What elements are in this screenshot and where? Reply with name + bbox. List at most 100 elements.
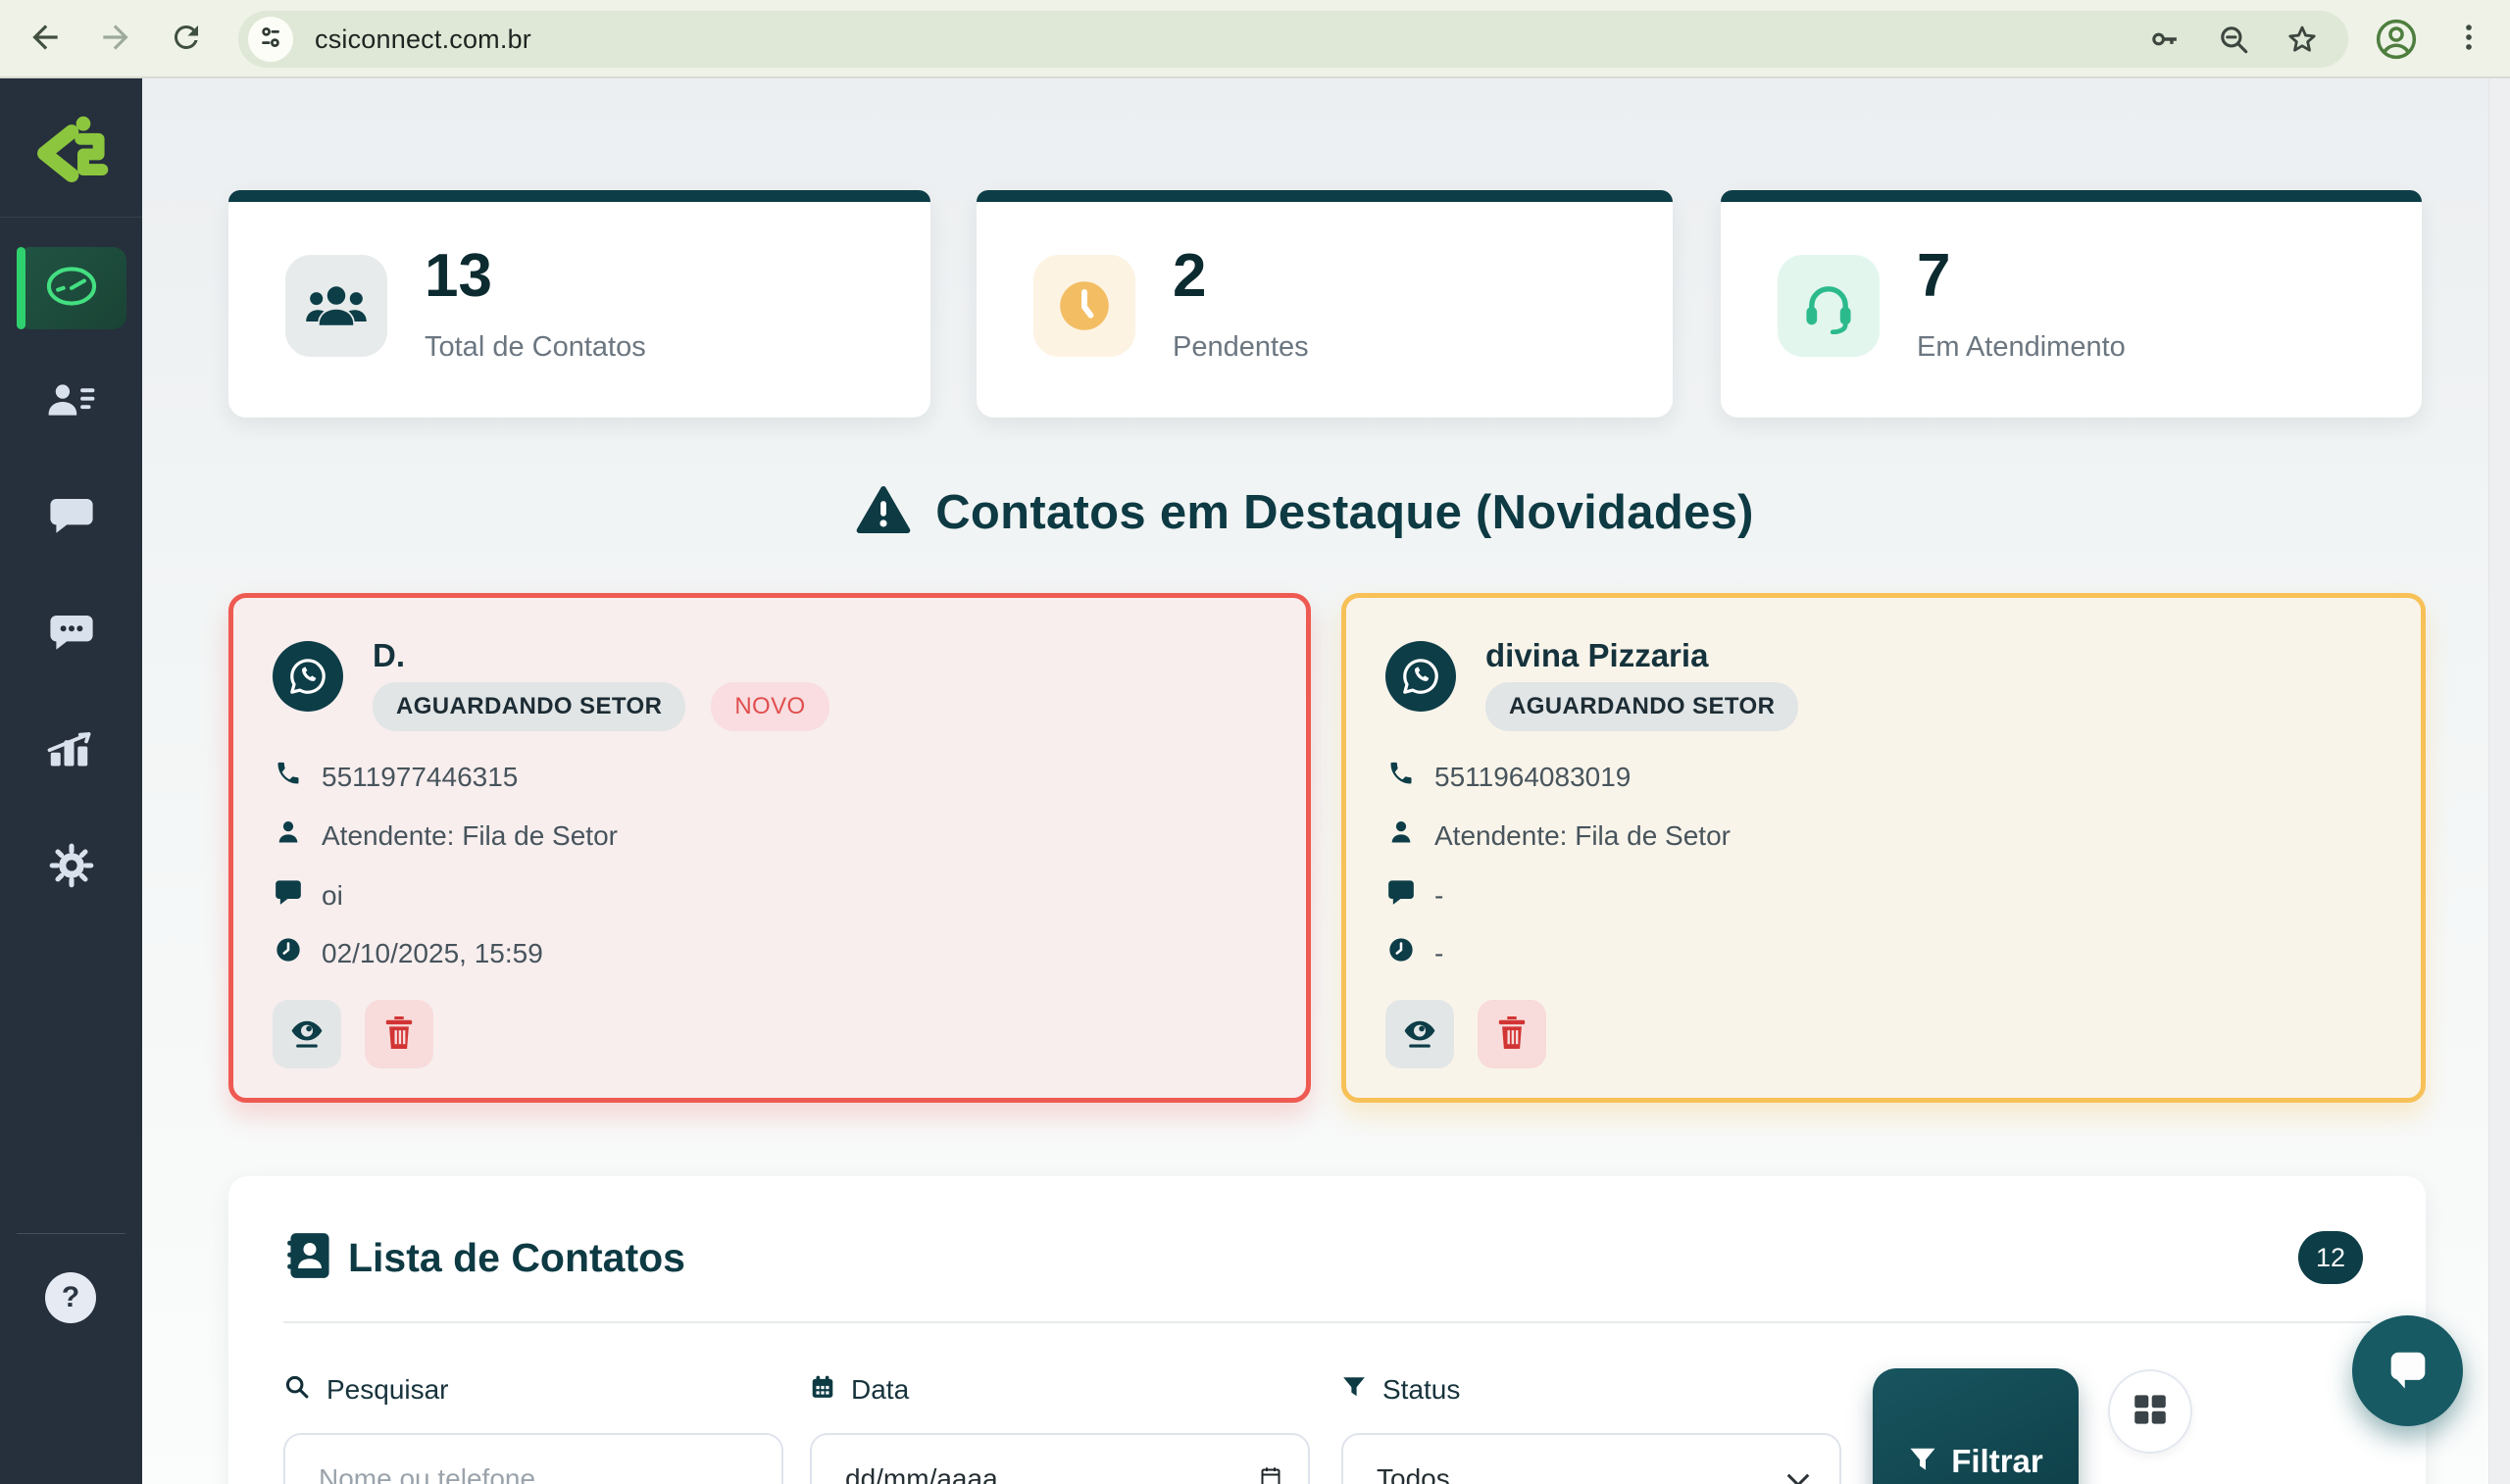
search-icon	[283, 1373, 311, 1408]
whatsapp-avatar-icon	[273, 641, 343, 712]
bookmark-star-button[interactable]	[2285, 23, 2319, 56]
status-label: Status	[1382, 1374, 1460, 1406]
tune-icon	[256, 23, 285, 57]
chat-bubble-icon	[2383, 1343, 2434, 1399]
browser-menu-button[interactable]	[2447, 18, 2490, 61]
message-bubble-icon	[275, 878, 302, 913]
highlight-card-new-contact: D. AGUARDANDO SETOR NOVO 5511977446315 A…	[228, 593, 1311, 1103]
sidebar-item-reports[interactable]	[0, 712, 142, 790]
stat-label: Total de Contatos	[425, 331, 646, 364]
whatsapp-avatar-icon	[1385, 641, 1456, 712]
clock-small-icon	[275, 936, 302, 970]
gear-icon	[49, 843, 94, 893]
url-bar[interactable]: csiconnect.com.br	[238, 11, 2348, 68]
trash-icon	[1496, 1014, 1528, 1056]
date-picker-icon[interactable]	[1259, 1465, 1282, 1484]
list-divider	[283, 1321, 2371, 1323]
search-field-box	[283, 1433, 783, 1484]
contact-book-icon	[287, 1231, 332, 1285]
contact-phone: 5511977446315	[322, 762, 518, 793]
browser-window: csiconnect.com.br	[0, 0, 2510, 1484]
highlight-card-waiting-contact: divina Pizzaria AGUARDANDO SETOR 5511964…	[1341, 593, 2426, 1103]
dashboard-gauge-icon	[42, 263, 101, 315]
sidebar-nav: ?	[0, 78, 142, 1484]
sidebar-item-conversations[interactable]	[0, 596, 142, 674]
site-settings-button[interactable]	[248, 17, 293, 62]
back-arrow-icon	[26, 19, 64, 61]
contact-datetime: 02/10/2025, 15:59	[322, 938, 543, 969]
contact-datetime: -	[1434, 938, 1443, 969]
sidebar-divider	[17, 1233, 126, 1234]
view-contact-button[interactable]	[273, 1000, 341, 1068]
zoom-out-button[interactable]	[2217, 23, 2250, 56]
sidebar-item-dashboard[interactable]	[17, 247, 126, 329]
filter-button-label: Filtrar	[1951, 1443, 2043, 1480]
search-input[interactable]	[285, 1463, 781, 1484]
forward-button[interactable]	[96, 20, 135, 59]
eye-icon	[287, 1014, 326, 1056]
browser-toolbar: csiconnect.com.br	[0, 0, 2510, 78]
new-badge: NOVO	[711, 682, 828, 731]
date-label-row: Data	[810, 1372, 1310, 1408]
help-button[interactable]: ?	[45, 1272, 96, 1323]
stat-value: 2	[1173, 241, 1206, 311]
highlight-title: Contatos em Destaque (Novidades)	[935, 485, 1754, 540]
date-filter-group: Data dd/mm/aaaa	[810, 1372, 1310, 1408]
date-value: dd/mm/aaaa	[812, 1463, 998, 1484]
sidebar-item-chat[interactable]	[0, 479, 142, 558]
back-button[interactable]	[25, 20, 65, 59]
clock-small-icon	[1387, 936, 1415, 970]
view-contact-button[interactable]	[1385, 1000, 1454, 1068]
phone-icon	[1387, 760, 1415, 794]
delete-contact-button[interactable]	[365, 1000, 433, 1068]
page-scrollbar[interactable]	[2488, 78, 2510, 1484]
app-logo	[0, 78, 142, 218]
stat-value: 13	[425, 241, 492, 311]
contact-name: divina Pizzaria	[1485, 637, 1708, 674]
sidebar-item-contacts[interactable]	[0, 363, 142, 441]
grid-icon	[2134, 1394, 2167, 1430]
chat-icon	[48, 496, 95, 542]
highlight-section-heading: Contatos em Destaque (Novidades)	[142, 484, 2467, 540]
url-text[interactable]: csiconnect.com.br	[315, 25, 531, 55]
reload-icon	[169, 20, 204, 60]
status-badge: AGUARDANDO SETOR	[373, 682, 685, 731]
contact-name: D.	[373, 637, 405, 674]
date-input[interactable]: dd/mm/aaaa	[810, 1433, 1310, 1484]
chat-dots-icon	[48, 613, 95, 659]
bar-chart-icon	[47, 728, 96, 774]
contact-list-card: Lista de Contatos 12 Pesquisar	[228, 1176, 2426, 1484]
contact-last-message: oi	[322, 880, 343, 912]
date-label: Data	[851, 1374, 909, 1406]
contact-phone: 5511964083019	[1434, 762, 1631, 793]
clock-icon	[1033, 255, 1135, 357]
status-selected-value: Todos	[1343, 1463, 1450, 1484]
reload-button[interactable]	[167, 20, 206, 59]
filter-button[interactable]: Filtrar	[1873, 1368, 2079, 1484]
warning-icon	[855, 484, 912, 540]
phone-icon	[275, 760, 302, 794]
funnel-white-icon	[1908, 1445, 1937, 1479]
people-icon	[285, 255, 387, 357]
contact-last-message: -	[1434, 880, 1443, 912]
forward-arrow-icon	[97, 19, 134, 61]
message-bubble-icon	[1387, 878, 1415, 913]
password-key-button[interactable]	[2148, 23, 2182, 56]
profile-avatar-button[interactable]	[2375, 18, 2418, 61]
list-title: Lista de Contatos	[348, 1235, 685, 1281]
trash-icon	[383, 1014, 415, 1056]
profile-avatar-icon	[2375, 48, 2418, 65]
three-dots-icon	[2452, 21, 2485, 59]
funnel-icon	[1341, 1374, 1367, 1407]
chat-fab-button[interactable]	[2352, 1315, 2463, 1426]
status-filter-group: Status Todos	[1341, 1372, 1841, 1408]
search-label: Pesquisar	[326, 1374, 449, 1406]
calendar-icon	[810, 1374, 835, 1407]
status-select[interactable]: Todos	[1341, 1433, 1841, 1484]
search-filter-group: Pesquisar	[283, 1372, 783, 1408]
main-content: 13 Total de Contatos 2 Pendentes	[142, 78, 2488, 1484]
table-view-button[interactable]	[2108, 1369, 2192, 1454]
delete-contact-button[interactable]	[1478, 1000, 1546, 1068]
sidebar-item-settings[interactable]	[0, 828, 142, 907]
stat-value: 7	[1917, 241, 1950, 311]
